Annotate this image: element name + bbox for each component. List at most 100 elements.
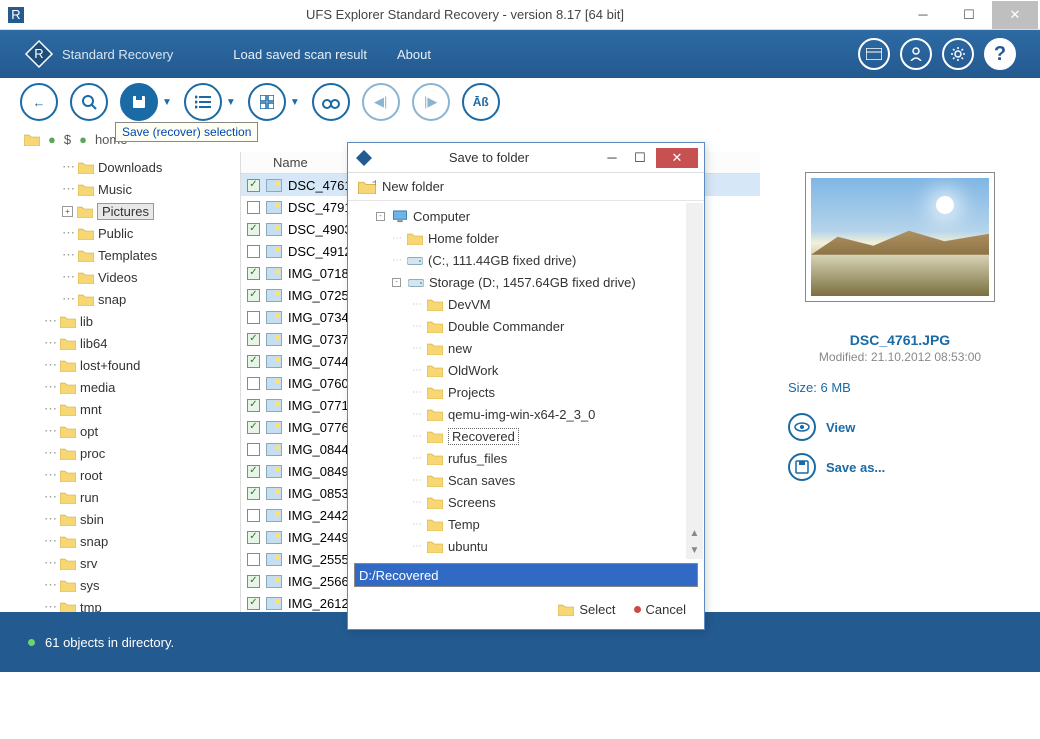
checkbox[interactable] xyxy=(247,531,260,544)
checkbox[interactable] xyxy=(247,333,260,346)
tree-item[interactable]: ⋯snap xyxy=(26,288,234,310)
image-icon xyxy=(266,443,282,456)
close-button[interactable]: ✕ xyxy=(992,1,1038,29)
view-button[interactable]: View xyxy=(788,413,885,441)
checkbox[interactable] xyxy=(247,311,260,324)
select-button[interactable]: Select xyxy=(558,602,615,617)
scrollbar[interactable]: ▲▼ xyxy=(686,203,703,559)
dialog-tree-item[interactable]: ⋯Home folder xyxy=(354,227,698,249)
dialog-close[interactable]: ✕ xyxy=(656,148,698,168)
dialog-tree-item[interactable]: ⋯(C:, 111.44GB fixed drive) xyxy=(354,249,698,271)
tree-item[interactable]: ⋯Music xyxy=(26,178,234,200)
tree-item[interactable]: ⋯sbin xyxy=(26,508,234,530)
dialog-maximize[interactable]: ☐ xyxy=(626,148,654,168)
tree-item[interactable]: ⋯lib xyxy=(26,310,234,332)
tree-item[interactable]: ⋯lost+found xyxy=(26,354,234,376)
binoculars-button[interactable] xyxy=(312,83,350,121)
tree-label: Templates xyxy=(98,248,157,263)
tree-item[interactable]: ⋯Downloads xyxy=(26,156,234,178)
list-button[interactable] xyxy=(184,83,222,121)
checkbox[interactable] xyxy=(247,223,260,236)
card-icon[interactable] xyxy=(858,38,890,70)
dialog-minimize[interactable]: ─ xyxy=(598,148,626,168)
grid-button[interactable] xyxy=(248,83,286,121)
expand-icon[interactable]: - xyxy=(376,212,385,221)
settings-icon[interactable] xyxy=(942,38,974,70)
checkbox[interactable] xyxy=(247,377,260,390)
checkbox[interactable] xyxy=(247,597,260,610)
tree-item[interactable]: ⋯Public xyxy=(26,222,234,244)
dialog-tree-item[interactable]: ⋯qemu-img-win-x64-2_3_0 xyxy=(354,403,698,425)
dialog-tree-item[interactable]: ⋯rufus_files xyxy=(354,447,698,469)
user-icon[interactable] xyxy=(900,38,932,70)
checkbox[interactable] xyxy=(247,245,260,258)
checkbox[interactable] xyxy=(247,355,260,368)
save-as-button[interactable]: Save as... xyxy=(788,453,885,481)
menu-about[interactable]: About xyxy=(397,47,431,62)
folder-tree[interactable]: ⋯Downloads⋯Music+Pictures⋯Public⋯Templat… xyxy=(0,152,240,612)
step-forward-button[interactable]: |▶ xyxy=(412,83,450,121)
checkbox[interactable] xyxy=(247,487,260,500)
path-input[interactable] xyxy=(355,564,697,586)
tree-item[interactable]: ⋯opt xyxy=(26,420,234,442)
dialog-tree-item[interactable]: ⋯Double Commander xyxy=(354,315,698,337)
checkbox[interactable] xyxy=(247,443,260,456)
file-name: IMG_0744 xyxy=(288,354,349,369)
step-back-button[interactable]: ◀| xyxy=(362,83,400,121)
cancel-button[interactable]: Cancel xyxy=(634,602,686,617)
save-button[interactable] xyxy=(120,83,158,121)
tree-item[interactable]: ⋯Templates xyxy=(26,244,234,266)
checkbox[interactable] xyxy=(247,179,260,192)
dialog-tree-item[interactable]: ⋯Temp xyxy=(354,513,698,535)
maximize-button[interactable]: ☐ xyxy=(946,1,992,29)
dialog-tree-item[interactable]: ⋯Screens xyxy=(354,491,698,513)
tree-dots-icon: ⋯ xyxy=(44,401,56,417)
dialog-tree[interactable]: -Computer⋯Home folder⋯(C:, 111.44GB fixe… xyxy=(348,201,704,561)
checkbox[interactable] xyxy=(247,201,260,214)
expand-icon[interactable]: - xyxy=(392,278,401,287)
search-button[interactable] xyxy=(70,83,108,121)
tree-item[interactable]: ⋯Videos xyxy=(26,266,234,288)
checkbox[interactable] xyxy=(247,289,260,302)
tree-dots-icon: ⋯ xyxy=(412,321,422,332)
checkbox[interactable] xyxy=(247,421,260,434)
tree-item[interactable]: ⋯snap xyxy=(26,530,234,552)
dialog-tree-item[interactable]: ⋯Scan saves xyxy=(354,469,698,491)
checkbox[interactable] xyxy=(247,575,260,588)
tree-item[interactable]: ⋯sys xyxy=(26,574,234,596)
dialog-tree-item[interactable]: ⋯ubuntu xyxy=(354,535,698,557)
case-button[interactable]: Āß xyxy=(462,83,500,121)
breadcrumb-item[interactable]: $ xyxy=(64,132,71,147)
tree-item[interactable]: ⋯media xyxy=(26,376,234,398)
dialog-tree-item[interactable]: ⋯Projects xyxy=(354,381,698,403)
checkbox[interactable] xyxy=(247,267,260,280)
tree-item[interactable]: ⋯srv xyxy=(26,552,234,574)
menu-load-scan[interactable]: Load saved scan result xyxy=(233,47,367,62)
expand-icon[interactable]: + xyxy=(62,206,73,217)
tree-item[interactable]: ⋯mnt xyxy=(26,398,234,420)
new-folder-button[interactable]: + New folder xyxy=(348,173,704,201)
back-button[interactable]: ← xyxy=(20,83,58,121)
checkbox[interactable] xyxy=(247,465,260,478)
dialog-tree-item[interactable]: -Computer xyxy=(354,205,698,227)
dialog-tree-item[interactable]: ⋯OldWork xyxy=(354,359,698,381)
help-icon[interactable]: ? xyxy=(984,38,1016,70)
tree-item[interactable]: ⋯root xyxy=(26,464,234,486)
list-dropdown-icon[interactable]: ▼ xyxy=(226,97,236,108)
dialog-tree-item[interactable]: ⋯Recovered xyxy=(354,425,698,447)
tree-item[interactable]: ⋯run xyxy=(26,486,234,508)
checkbox[interactable] xyxy=(247,509,260,522)
dialog-tree-item[interactable]: ⋯DevVM xyxy=(354,293,698,315)
tree-item[interactable]: ⋯tmp xyxy=(26,596,234,612)
tree-dots-icon: ⋯ xyxy=(44,313,56,329)
dialog-tree-item[interactable]: ⋯new xyxy=(354,337,698,359)
minimize-button[interactable]: ─ xyxy=(900,1,946,29)
save-dropdown-icon[interactable]: ▼ xyxy=(162,97,172,108)
tree-item[interactable]: +Pictures xyxy=(26,200,234,222)
checkbox[interactable] xyxy=(247,399,260,412)
dialog-tree-item[interactable]: -Storage (D:, 1457.64GB fixed drive) xyxy=(354,271,698,293)
tree-item[interactable]: ⋯lib64 xyxy=(26,332,234,354)
checkbox[interactable] xyxy=(247,553,260,566)
grid-dropdown-icon[interactable]: ▼ xyxy=(290,97,300,108)
tree-item[interactable]: ⋯proc xyxy=(26,442,234,464)
